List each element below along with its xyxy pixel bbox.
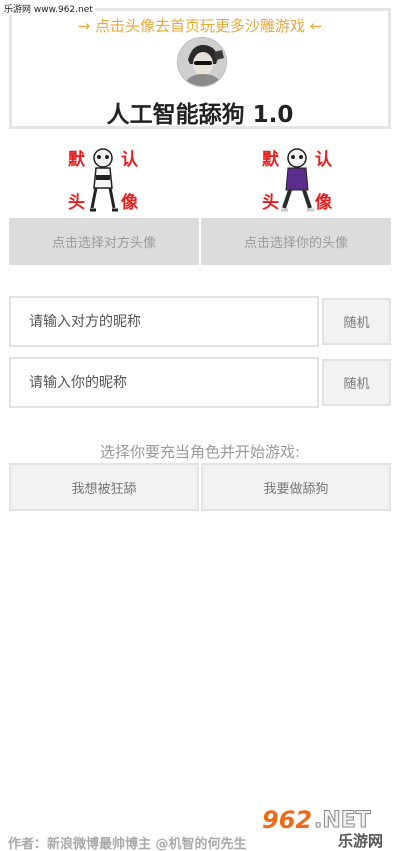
be-dog-button[interactable]: 我要做舔狗 [201, 463, 391, 511]
default-label-char: 像 [121, 193, 138, 213]
self-nickname-input[interactable] [9, 357, 319, 408]
watermark-number: 962 [262, 806, 313, 834]
home-link-banner[interactable]: → 点击头像去首页玩更多沙雕游戏 ← [12, 15, 388, 36]
default-label-char: 头 [68, 193, 85, 213]
header-card: → 点击头像去首页玩更多沙雕游戏 ← 人工智能舔狗 1.0 [9, 8, 391, 129]
panda-meme-icon [90, 148, 118, 212]
person-avatar-icon [178, 38, 226, 86]
random-other-name-button[interactable]: 随机 [322, 298, 391, 345]
be-licked-button[interactable]: 我想被狂舔 [9, 463, 199, 511]
role-prompt: 选择你要充当角色并开始游戏: [99, 443, 301, 461]
select-other-avatar-button[interactable]: 点击选择对方头像 [9, 218, 199, 265]
default-label-char: 头 [262, 193, 279, 213]
other-nickname-input[interactable] [9, 296, 319, 347]
default-label-char: 默 [68, 150, 85, 170]
brand-watermark: 962 .NET 乐游网 [258, 806, 398, 850]
default-label-char: 认 [121, 150, 138, 170]
avatar[interactable] [177, 37, 227, 87]
default-avatar-self: 默 认 头 像 [262, 146, 332, 216]
watermark-cn: 乐游网 [338, 832, 384, 850]
random-self-name-button[interactable]: 随机 [322, 359, 391, 406]
page-title: 人工智能舔狗 1.0 [106, 102, 294, 128]
default-avatar-other: 默 认 头 像 [68, 146, 138, 216]
author-credit: 作者：新浪微博最帅博主 @机智的何先生 [8, 837, 247, 851]
default-label-char: 认 [315, 150, 332, 170]
select-self-avatar-button[interactable]: 点击选择你的头像 [201, 218, 391, 265]
default-label-char: 像 [315, 193, 332, 213]
site-watermark: 乐游网 www.962.net [2, 2, 95, 15]
panda-dancer-icon [281, 148, 314, 212]
default-label-char: 默 [262, 150, 279, 170]
